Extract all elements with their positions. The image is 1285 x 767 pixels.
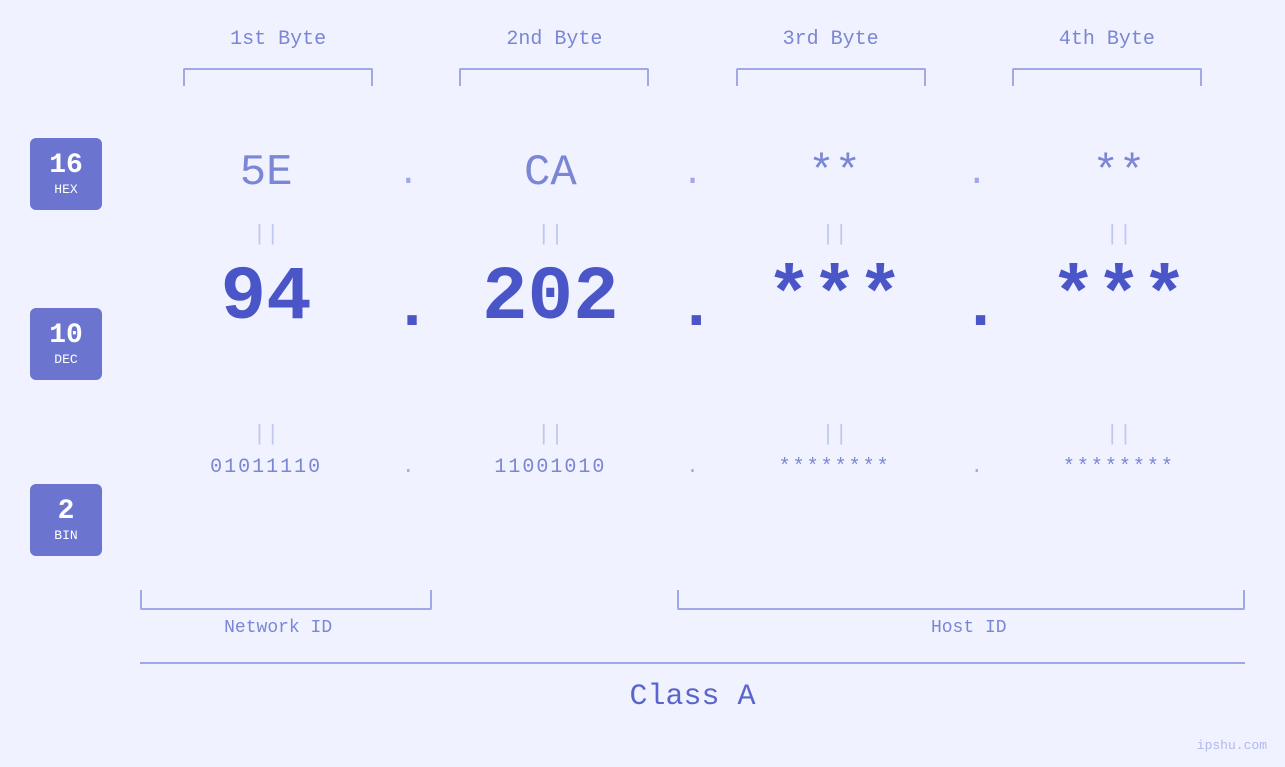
bin-unit: BIN — [54, 528, 77, 543]
bracket4-container — [969, 68, 1245, 86]
hex-v3: ** — [709, 148, 961, 198]
eq4: || — [993, 222, 1245, 247]
hex-value-row: 5E . CA . ** . ** — [140, 148, 1245, 198]
hex-dot3: . — [961, 153, 993, 194]
bin-value-row: 01011110 . 11001010 . ******** . *******… — [140, 456, 1245, 479]
byte4-header: 4th Byte — [969, 28, 1245, 51]
eq7: || — [709, 422, 961, 447]
eq8: || — [993, 422, 1245, 447]
hex-v4: ** — [993, 148, 1245, 198]
bin-badge: 2 BIN — [30, 484, 102, 556]
bin-v2: 11001010 — [424, 456, 676, 479]
dec-v3: *** — [709, 260, 961, 336]
hex-dot2: . — [677, 153, 709, 194]
eq-row1: || || || || — [140, 222, 1245, 247]
dec-v2: 202 — [424, 260, 676, 336]
bracket2-container — [416, 68, 692, 86]
header-row: 1st Byte 2nd Byte 3rd Byte 4th Byte — [140, 28, 1245, 51]
eq6: || — [424, 422, 676, 447]
host-bracket — [677, 590, 1246, 610]
bin-dot2: . — [677, 456, 709, 479]
dec-v4: *** — [993, 260, 1245, 336]
bracket1 — [183, 68, 373, 86]
eq-row2: || || || || — [140, 422, 1245, 447]
hex-badge: 16 HEX — [30, 138, 102, 210]
eq3: || — [709, 222, 961, 247]
hex-unit: HEX — [54, 182, 77, 197]
hex-v2: CA — [424, 148, 676, 198]
dec-unit: DEC — [54, 352, 77, 367]
bin-dot3: . — [961, 456, 993, 479]
bin-v3: ******** — [709, 456, 961, 479]
dec-num: 10 — [49, 322, 83, 350]
eq2: || — [424, 222, 676, 247]
bracket4 — [1012, 68, 1202, 86]
eq5: || — [140, 422, 392, 447]
host-id-label: Host ID — [693, 618, 1246, 638]
top-brackets — [140, 68, 1245, 86]
hex-dot1: . — [392, 153, 424, 194]
dec-dot3: . — [961, 255, 993, 341]
bottom-divider — [140, 662, 1245, 664]
byte3-header: 3rd Byte — [693, 28, 969, 51]
eq1: || — [140, 222, 392, 247]
bracket2 — [459, 68, 649, 86]
hex-num: 16 — [49, 152, 83, 180]
bin-num: 2 — [58, 498, 75, 526]
bin-dot1: . — [392, 456, 424, 479]
hex-v1: 5E — [140, 148, 392, 198]
dec-dot1: . — [392, 255, 424, 341]
byte2-header: 2nd Byte — [416, 28, 692, 51]
class-label: Class A — [140, 680, 1245, 714]
id-labels-row: Network ID Host ID — [140, 618, 1245, 638]
dec-v1: 94 — [140, 260, 392, 336]
network-bracket — [140, 590, 432, 610]
bin-v1: 01011110 — [140, 456, 392, 479]
bracket1-container — [140, 68, 416, 86]
network-id-label: Network ID — [140, 618, 416, 638]
dec-value-row: 94 . 202 . *** . *** — [140, 255, 1245, 341]
dec-dot2: . — [677, 255, 709, 341]
watermark: ipshu.com — [1197, 738, 1267, 753]
bin-v4: ******** — [993, 456, 1245, 479]
dec-badge: 10 DEC — [30, 308, 102, 380]
main-page: 1st Byte 2nd Byte 3rd Byte 4th Byte 16 H… — [0, 0, 1285, 767]
bottom-brackets — [140, 590, 1245, 610]
bracket3 — [736, 68, 926, 86]
byte1-header: 1st Byte — [140, 28, 416, 51]
bracket3-container — [693, 68, 969, 86]
